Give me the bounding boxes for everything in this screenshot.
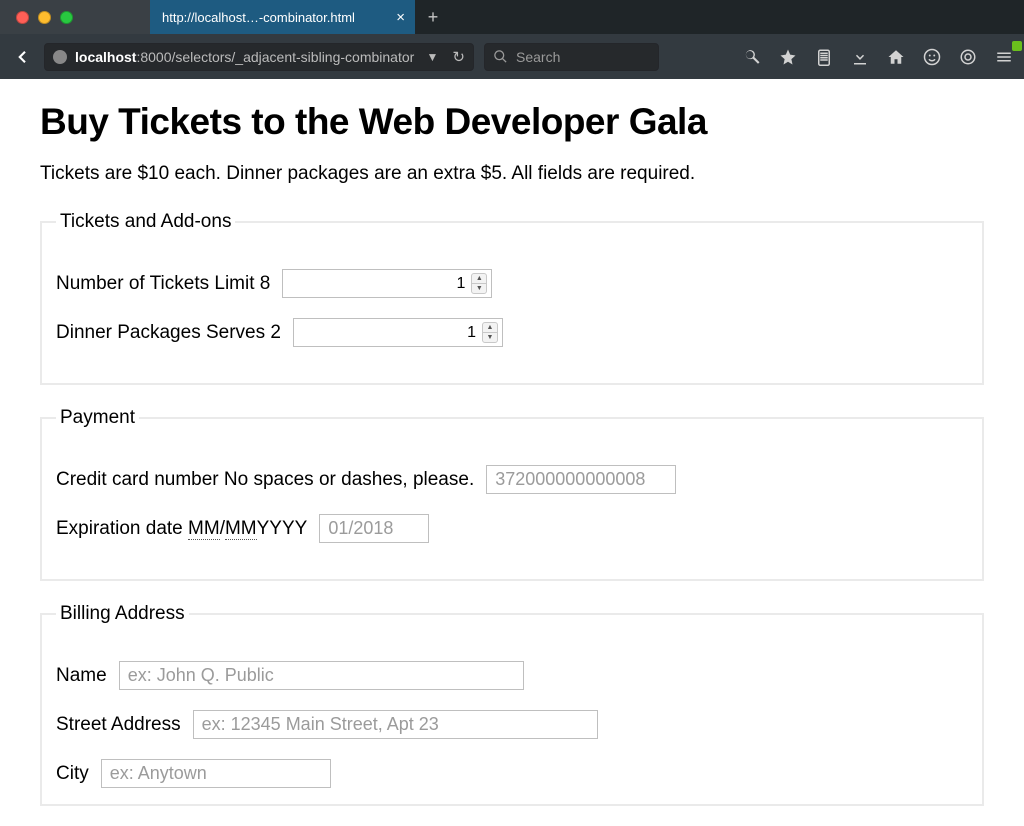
fieldset-payment: Payment Credit card number No spaces or … — [40, 407, 984, 581]
spinner-dinner[interactable]: ▲ ▼ — [482, 322, 498, 343]
input-name[interactable]: ex: John Q. Public — [119, 661, 524, 690]
window-close-button[interactable] — [16, 11, 29, 24]
hamburger-menu-button[interactable] — [994, 47, 1014, 67]
legend-tickets: Tickets and Add-ons — [56, 211, 235, 233]
search-icon — [493, 49, 508, 64]
row-dinner: Dinner Packages Serves 2 1 ▲ ▼ — [56, 318, 968, 347]
target-icon[interactable] — [958, 47, 978, 67]
label-dinner: Dinner Packages Serves 2 — [56, 322, 281, 344]
update-badge-icon — [1012, 41, 1022, 51]
input-dinner-value: 1 — [294, 324, 502, 342]
input-num-tickets[interactable]: 1 ▲ ▼ — [282, 269, 492, 298]
spinner-up-icon[interactable]: ▲ — [483, 323, 497, 333]
window-minimize-button[interactable] — [38, 11, 51, 24]
smiley-icon[interactable] — [922, 47, 942, 67]
devtools-icon[interactable] — [742, 47, 762, 67]
label-cc: Credit card number No spaces or dashes, … — [56, 469, 474, 491]
hamburger-icon — [995, 48, 1013, 66]
spinner-down-icon[interactable]: ▼ — [483, 333, 497, 342]
bookmark-star-icon[interactable] — [778, 47, 798, 67]
fieldset-tickets: Tickets and Add-ons Number of Tickets Li… — [40, 211, 984, 385]
row-street: Street Address ex: 12345 Main Street, Ap… — [56, 710, 968, 739]
input-name-placeholder: ex: John Q. Public — [128, 665, 274, 686]
browser-toolbar: localhost:8000/selectors/_adjacent-sibli… — [0, 34, 1024, 79]
spinner-down-icon[interactable]: ▼ — [472, 284, 486, 293]
row-name: Name ex: John Q. Public — [56, 661, 968, 690]
input-exp-placeholder: 01/2018 — [328, 518, 393, 539]
address-bar[interactable]: localhost:8000/selectors/_adjacent-sibli… — [44, 43, 474, 71]
row-num-tickets: Number of Tickets Limit 8 1 ▲ ▼ — [56, 269, 968, 298]
reload-button[interactable]: ↻ — [452, 48, 465, 66]
page-intro: Tickets are $10 each. Dinner packages ar… — [40, 163, 984, 185]
tab-close-button[interactable]: × — [392, 10, 409, 25]
home-icon[interactable] — [886, 47, 906, 67]
page-title: Buy Tickets to the Web Developer Gala — [40, 101, 984, 143]
input-cc-placeholder: 372000000000008 — [495, 469, 645, 490]
label-name: Name — [56, 665, 107, 687]
arrow-left-icon — [13, 48, 31, 66]
url-host: localhost — [75, 49, 136, 65]
downloads-icon[interactable] — [850, 47, 870, 67]
address-bar-text: localhost:8000/selectors/_adjacent-sibli… — [75, 49, 414, 65]
input-exp-date[interactable]: 01/2018 — [319, 514, 429, 543]
legend-payment: Payment — [56, 407, 139, 429]
address-dropdown-button[interactable]: ▼ — [427, 50, 439, 64]
label-street: Street Address — [56, 714, 181, 736]
browser-chrome: http://localhost…-combinator.html × + lo… — [0, 0, 1024, 79]
row-cc: Credit card number No spaces or dashes, … — [56, 465, 968, 494]
input-city-placeholder: ex: Anytown — [110, 763, 207, 784]
label-num-tickets: Number of Tickets Limit 8 — [56, 273, 270, 295]
label-city: City — [56, 763, 89, 785]
url-path: :8000/selectors/_adjacent-sibling-combin… — [136, 49, 414, 65]
row-exp: Expiration date MM/MMYYYY 01/2018 — [56, 514, 968, 543]
window-controls — [0, 0, 150, 34]
input-street-placeholder: ex: 12345 Main Street, Apt 23 — [202, 714, 439, 735]
toolbar-right-icons — [742, 47, 1014, 67]
row-city: City ex: Anytown — [56, 759, 968, 788]
tab-strip: http://localhost…-combinator.html × + — [0, 0, 1024, 34]
label-exp: Expiration date MM/MMYYYY — [56, 518, 307, 540]
browser-tab-title: http://localhost…-combinator.html — [162, 10, 355, 25]
back-button[interactable] — [10, 45, 34, 69]
window-fullscreen-button[interactable] — [60, 11, 73, 24]
input-num-tickets-value: 1 — [283, 275, 491, 293]
input-street[interactable]: ex: 12345 Main Street, Apt 23 — [193, 710, 598, 739]
globe-icon — [53, 50, 67, 64]
page-content: Buy Tickets to the Web Developer Gala Ti… — [0, 79, 1024, 826]
search-placeholder: Search — [516, 49, 560, 65]
search-bar[interactable]: Search — [484, 43, 659, 71]
legend-billing: Billing Address — [56, 603, 189, 625]
spinner-num-tickets[interactable]: ▲ ▼ — [471, 273, 487, 294]
new-tab-button[interactable]: + — [415, 0, 451, 34]
input-dinner[interactable]: 1 ▲ ▼ — [293, 318, 503, 347]
fieldset-billing: Billing Address Name ex: John Q. Public … — [40, 603, 984, 806]
clipboard-icon[interactable] — [814, 47, 834, 67]
input-city[interactable]: ex: Anytown — [101, 759, 331, 788]
browser-tab[interactable]: http://localhost…-combinator.html × — [150, 0, 415, 34]
input-cc-number[interactable]: 372000000000008 — [486, 465, 676, 494]
spinner-up-icon[interactable]: ▲ — [472, 274, 486, 284]
